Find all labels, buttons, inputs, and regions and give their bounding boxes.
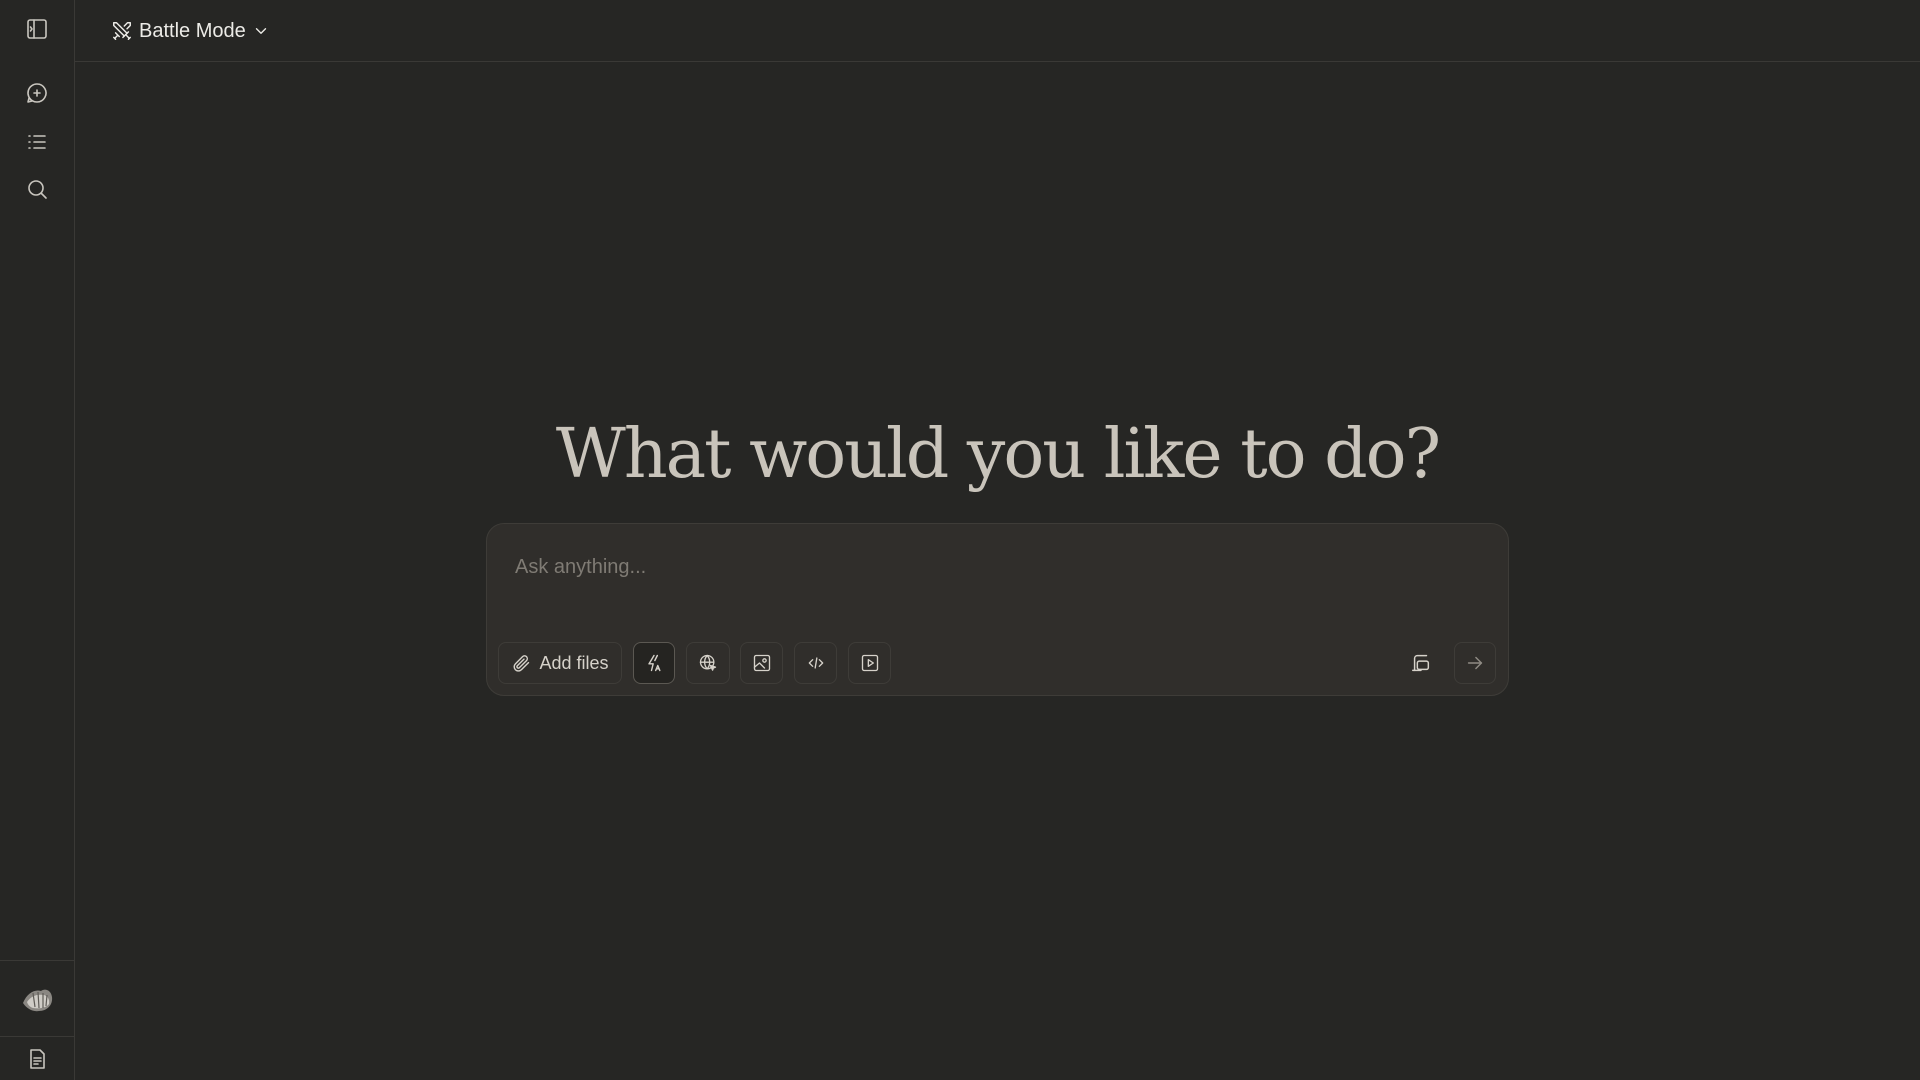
send-button[interactable] [1454, 642, 1496, 684]
image-icon [753, 654, 770, 672]
notes-button[interactable] [18, 1040, 56, 1078]
list-icon [28, 135, 46, 149]
arrow-right-icon [1467, 656, 1483, 670]
lightning-icon [648, 654, 661, 672]
globe-icon [699, 654, 717, 671]
crossed-swords-icon [113, 22, 131, 40]
composer: Add files [486, 523, 1509, 696]
search-icon [28, 180, 47, 199]
avatar-image [23, 989, 53, 1012]
search-button[interactable] [18, 170, 56, 208]
code-button[interactable] [794, 642, 837, 684]
paperclip-icon [513, 655, 530, 672]
avatar[interactable] [18, 980, 56, 1018]
code-icon [808, 657, 823, 669]
video-button[interactable] [848, 642, 891, 684]
new-chat-button[interactable] [18, 74, 56, 112]
sidebar-toggle-button[interactable] [18, 10, 56, 48]
auto-mode-button[interactable] [633, 642, 675, 684]
new-chat-icon [27, 83, 47, 103]
mode-label: Battle Mode [139, 19, 246, 42]
video-icon [861, 654, 878, 672]
page-title: What would you like to do? [555, 415, 1441, 494]
top-bar: Battle Mode [75, 0, 1920, 62]
history-button[interactable] [18, 123, 56, 161]
document-icon [30, 1049, 45, 1069]
image-button[interactable] [740, 642, 783, 684]
prompt-library-icon [1412, 654, 1430, 672]
add-files-label: Add files [539, 652, 609, 673]
chevron-down-icon [255, 28, 266, 34]
prompt-input[interactable] [513, 552, 1473, 582]
sidebar [0, 0, 75, 1080]
mode-selector[interactable]: Battle Mode [111, 15, 270, 47]
prompt-library-button[interactable] [1400, 642, 1442, 684]
web-search-button[interactable] [686, 642, 730, 684]
sidebar-divider [0, 1036, 75, 1037]
sidebar-toggle-icon [27, 19, 47, 39]
add-files-button[interactable]: Add files [498, 642, 622, 684]
sidebar-divider [0, 960, 75, 961]
